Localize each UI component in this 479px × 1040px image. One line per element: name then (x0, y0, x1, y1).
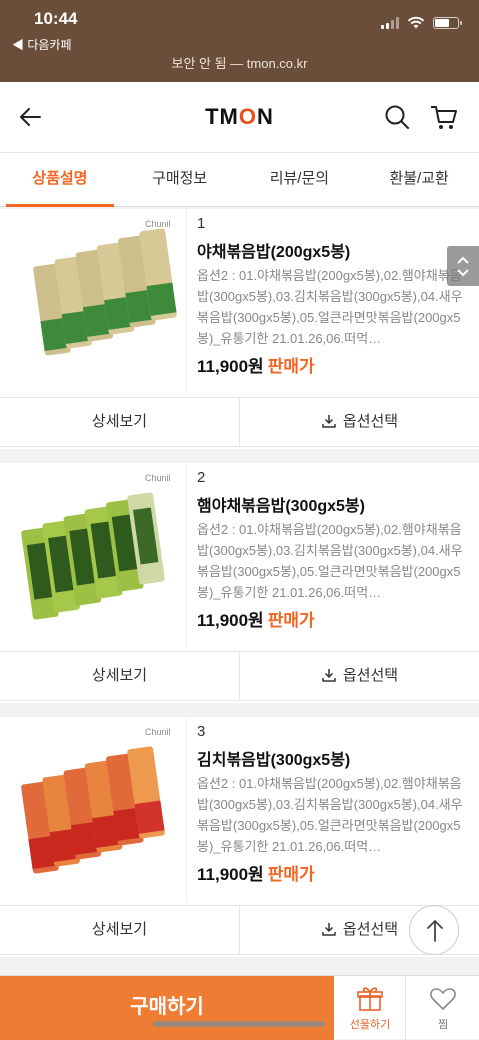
product-description: 옵션2 : 01.야채볶음밥(200gx5봉),02.햄야채볶음밥(300gx5… (197, 522, 463, 600)
wifi-icon (407, 16, 425, 29)
gift-button[interactable]: 선물하기 (334, 976, 406, 1040)
fried-rice-package-image (21, 746, 165, 874)
battery-icon (433, 16, 462, 29)
product-actions: 상세보기 옵션선택 (0, 397, 479, 447)
brand-logo: Chunil (145, 473, 171, 483)
scroll-toggle-button[interactable] (447, 246, 479, 286)
brand-logo: Chunil (145, 219, 171, 229)
product-description: 옵션2 : 01.야채볶음밥(200gx5봉),02.햄야채볶음밥(300gx5… (197, 268, 463, 346)
wish-label: 찜 (437, 1019, 449, 1031)
status-bar: 10:44 ◀ 다음카페 보안 안 됨 — tmon.co.kr (0, 0, 479, 82)
product-image[interactable] (0, 717, 187, 902)
product-name[interactable]: 야채볶음밥(200gx5봉) (197, 238, 350, 262)
product-name[interactable]: 햄야채볶음밥(300gx5봉) (197, 492, 365, 516)
download-icon (322, 415, 336, 428)
product-image[interactable] (0, 463, 187, 648)
product-actions: 상세보기 옵션선택 (0, 651, 479, 701)
product-name[interactable]: 김치볶음밥(300gx5봉) (197, 746, 350, 770)
fried-rice-package-image (21, 492, 165, 620)
scroll-chevron-icon (457, 256, 469, 277)
option-select-button[interactable]: 옵션선택 (239, 652, 479, 700)
product-image[interactable] (0, 209, 187, 394)
brand-logo: Chunil (145, 727, 171, 737)
heart-icon (430, 988, 456, 1010)
product-card: Chunil 1 야채볶음밥(200gx5봉) 옵션2 : 01.야채볶음밥(2… (0, 209, 479, 449)
cart-icon[interactable] (428, 102, 460, 132)
site-header: TMON (0, 82, 479, 152)
wishlist-button[interactable]: 찜 (407, 976, 479, 1040)
gift-label: 선물하기 (349, 1019, 391, 1031)
product-number: 1 (197, 215, 206, 232)
gift-icon (357, 987, 383, 1011)
product-number: 3 (197, 723, 206, 740)
product-actions: 상세보기 옵션선택 (0, 905, 479, 955)
back-to-app-link[interactable]: ◀ 다음카페 (12, 36, 72, 53)
url-bar[interactable]: 보안 안 됨 — tmon.co.kr (0, 53, 479, 72)
detail-view-button[interactable]: 상세보기 (0, 398, 239, 446)
option-select-button[interactable]: 옵션선택 (239, 398, 479, 446)
product-price: 11,900원 판매가 (197, 865, 315, 884)
product-price: 11,900원 판매가 (197, 611, 315, 630)
detail-view-button[interactable]: 상세보기 (0, 652, 239, 700)
product-number: 2 (197, 469, 206, 486)
home-indicator (153, 1021, 325, 1027)
status-icons (381, 16, 462, 29)
product-card: Chunil 3 김치볶음밥(300gx5봉) 옵션2 : 01.야채볶음밥(2… (0, 717, 479, 957)
tab-description[interactable]: 상품설명 (0, 153, 120, 207)
product-tabs: 상품설명 구매정보 리뷰/문의 환불/교환 (0, 152, 479, 207)
fried-rice-package-image (33, 228, 177, 356)
download-icon (322, 923, 336, 936)
scroll-to-top-button[interactable] (409, 905, 459, 955)
tab-purchase-info[interactable]: 구매정보 (120, 153, 240, 206)
search-icon[interactable] (382, 102, 412, 132)
product-description: 옵션2 : 01.야채볶음밥(200gx5봉),02.햄야채볶음밥(300gx5… (197, 776, 463, 854)
tab-reviews[interactable]: 리뷰/문의 (240, 153, 360, 206)
detail-view-button[interactable]: 상세보기 (0, 906, 239, 954)
product-card: Chunil 2 햄야채볶음밥(300gx5봉) 옵션2 : 01.야채볶음밥(… (0, 463, 479, 703)
tab-refund[interactable]: 환불/교환 (359, 153, 479, 206)
product-price: 11,900원 판매가 (197, 357, 315, 376)
bottom-action-bar: 구매하기 선물하기 찜 (0, 975, 479, 1040)
arrow-up-icon (427, 920, 443, 942)
signal-icon (381, 16, 399, 29)
download-icon (322, 669, 336, 682)
status-time: 10:44 (34, 9, 78, 28)
buy-button[interactable]: 구매하기 (0, 976, 334, 1040)
